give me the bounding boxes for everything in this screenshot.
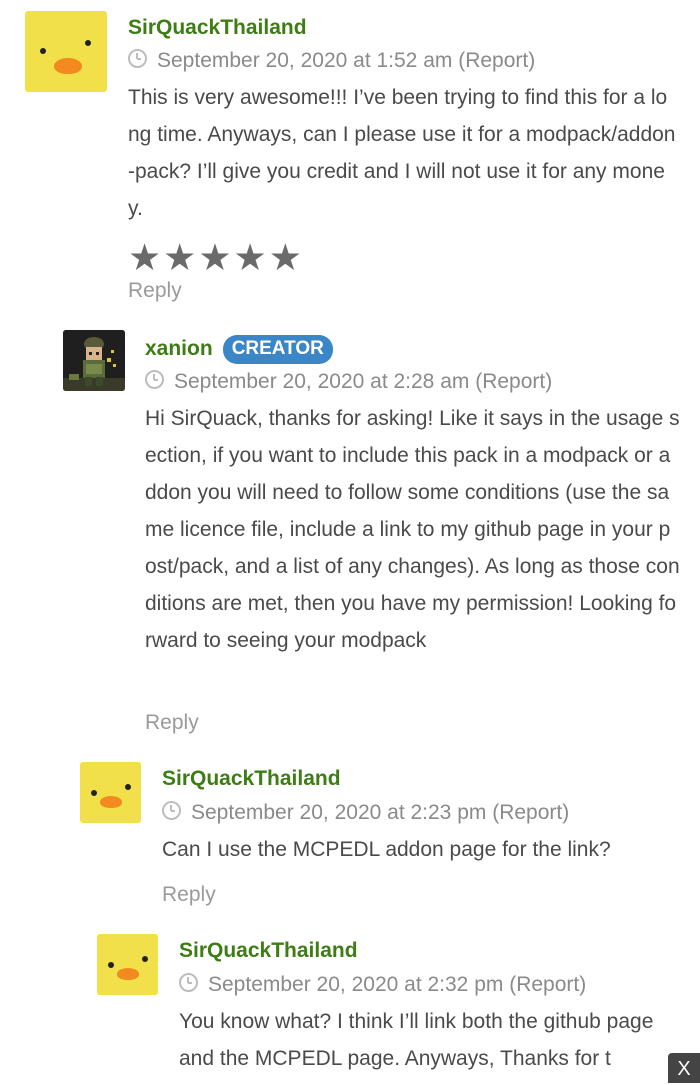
comment-text: This is very awesome!!! I’ve been trying…: [128, 86, 676, 220]
comment-date[interactable]: September 20, 2020 at 2:28 am (Report): [145, 370, 552, 394]
comment-text: You know what? I think I’ll link both th…: [179, 1010, 654, 1070]
duck-eye-icon: [40, 48, 46, 54]
creator-badge: CREATOR: [222, 335, 333, 364]
comment-date[interactable]: September 20, 2020 at 2:32 pm (Report): [179, 973, 586, 997]
star-icon: ★: [268, 237, 302, 278]
star-icon: ★: [128, 237, 162, 278]
comment-author[interactable]: xanion CREATOR: [145, 335, 333, 364]
duck-avatar[interactable]: [80, 762, 141, 823]
star-icon: ★: [163, 237, 197, 278]
comment-author[interactable]: SirQuackThailand: [162, 767, 341, 791]
star-icon: ★: [198, 237, 232, 278]
comment-text: Hi SirQuack, thanks for asking! Like it …: [145, 407, 680, 652]
comment-date[interactable]: September 20, 2020 at 2:23 pm (Report): [162, 801, 569, 825]
clock-icon: [128, 49, 147, 68]
reply-link[interactable]: Reply: [162, 883, 216, 907]
star-icon: ★: [233, 237, 267, 278]
character-icon: [63, 330, 125, 391]
clock-icon: [145, 370, 164, 389]
comment-date[interactable]: September 20, 2020 at 1:52 am (Report): [128, 49, 535, 73]
duck-eye-icon: [108, 962, 114, 968]
duck-avatar[interactable]: [25, 11, 107, 92]
close-button[interactable]: X: [668, 1053, 700, 1083]
character-avatar[interactable]: [63, 330, 125, 391]
comment-author[interactable]: SirQuackThailand: [179, 939, 358, 963]
duck-eye-icon: [91, 790, 97, 796]
clock-icon: [179, 973, 198, 992]
duck-beak-icon: [54, 58, 82, 74]
clock-icon: [162, 801, 181, 820]
reply-link[interactable]: Reply: [145, 711, 199, 735]
duck-avatar[interactable]: [97, 934, 158, 995]
duck-beak-icon: [100, 796, 122, 808]
reply-link[interactable]: Reply: [128, 279, 182, 303]
duck-eye-icon: [125, 784, 131, 790]
comment-text: Can I use the MCPEDL addon page for the …: [162, 838, 611, 861]
duck-eye-icon: [142, 956, 148, 962]
comment-author[interactable]: SirQuackThailand: [128, 16, 307, 40]
duck-beak-icon: [117, 968, 139, 980]
star-rating: ★ ★ ★ ★ ★: [128, 239, 302, 276]
duck-eye-icon: [85, 40, 91, 46]
